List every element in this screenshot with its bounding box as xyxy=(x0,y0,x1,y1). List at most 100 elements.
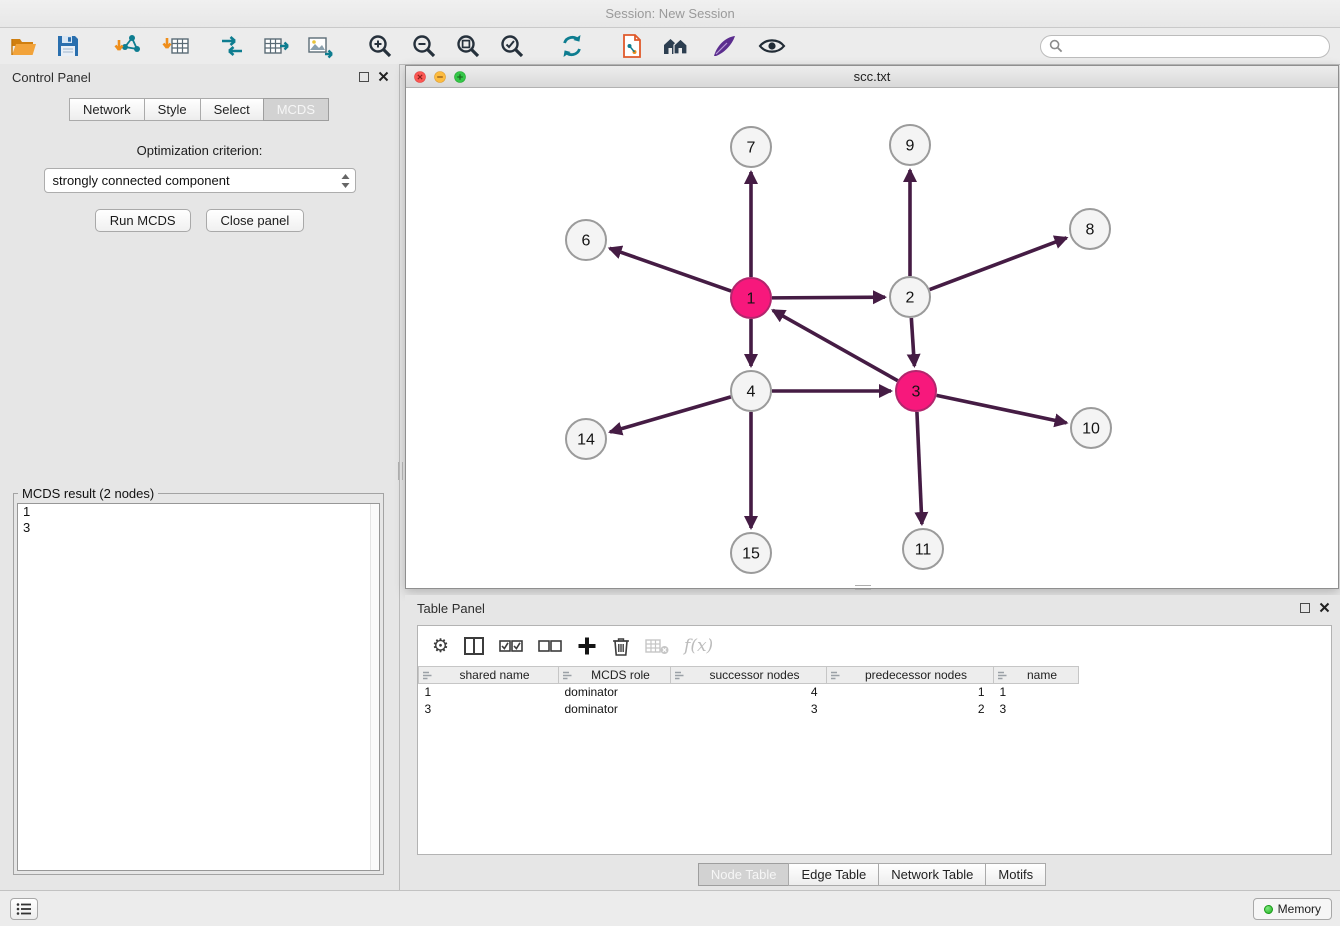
edge-3-11[interactable] xyxy=(917,412,922,524)
graph-node-label-11: 11 xyxy=(915,542,932,559)
node-table: shared nameMCDS rolesuccessor nodesprede… xyxy=(418,666,1079,718)
export-image-icon xyxy=(306,32,334,60)
tab-select[interactable]: Select xyxy=(200,98,264,121)
import-network-button[interactable] xyxy=(112,31,144,61)
mcds-result-line: 1 xyxy=(18,504,379,520)
search-input[interactable] xyxy=(1063,39,1321,54)
show-panels-button[interactable] xyxy=(10,898,38,920)
close-panel-icon[interactable] xyxy=(378,71,389,82)
table-tab-edge-table[interactable]: Edge Table xyxy=(788,863,879,886)
tab-network[interactable]: Network xyxy=(69,98,145,121)
show-hide-graphics-button[interactable] xyxy=(756,31,788,61)
export-table-button[interactable] xyxy=(260,31,292,61)
panel-divider-grip[interactable] xyxy=(398,462,403,480)
result-scrollbar[interactable] xyxy=(370,504,379,870)
zoom-out-icon xyxy=(411,33,437,59)
new-network-button[interactable] xyxy=(216,31,248,61)
graph-node-label-15: 15 xyxy=(742,546,760,563)
save-session-button[interactable] xyxy=(52,31,84,61)
add-column-plus-icon[interactable] xyxy=(577,636,597,656)
application-window: Session: New Session xyxy=(0,0,1340,926)
column-header-name[interactable]: name xyxy=(994,667,1079,684)
list-icon xyxy=(16,902,32,916)
table-cell: 1 xyxy=(827,684,994,701)
window-titlebar[interactable]: Session: New Session xyxy=(0,0,1340,28)
mcds-result-line: 3 xyxy=(18,520,379,536)
horizontal-divider-grip[interactable] xyxy=(855,585,871,590)
search-icon xyxy=(1049,39,1063,53)
criterion-select-value: strongly connected component xyxy=(53,173,230,188)
apply-style-button[interactable] xyxy=(708,31,740,61)
table-panel-tabs: Node TableEdge TableNetwork TableMotifs xyxy=(405,863,1340,886)
mcds-result-title: MCDS result (2 nodes) xyxy=(18,486,158,501)
edge-1-2[interactable] xyxy=(772,297,885,298)
table-cell: 1 xyxy=(994,684,1079,701)
table-settings-gear-icon[interactable]: ⚙ xyxy=(432,637,449,656)
float-table-panel-icon[interactable] xyxy=(1300,603,1310,613)
split-panel-icon[interactable] xyxy=(464,637,484,655)
delete-column-trash-icon[interactable] xyxy=(612,636,630,656)
tab-mcds[interactable]: MCDS xyxy=(263,98,329,121)
select-all-columns-icon[interactable] xyxy=(499,639,523,653)
graph-node-label-10: 10 xyxy=(1082,421,1100,438)
close-table-panel-icon[interactable] xyxy=(1319,602,1330,613)
edge-4-14[interactable] xyxy=(610,397,731,432)
node-table-container: ⚙ xyxy=(417,625,1332,855)
table-cell: 2 xyxy=(827,701,994,718)
table-tab-network-table[interactable]: Network Table xyxy=(878,863,986,886)
control-panel-tabs: NetworkStyleSelectMCDS xyxy=(0,98,399,121)
optimization-criterion-label: Optimization criterion: xyxy=(0,143,399,158)
delete-table-icon[interactable] xyxy=(645,637,669,655)
tab-style[interactable]: Style xyxy=(144,98,201,121)
graph-node-label-2: 2 xyxy=(906,290,915,307)
float-panel-icon[interactable] xyxy=(359,72,369,82)
function-builder-icon[interactable]: f(x) xyxy=(684,636,713,656)
table-header-row: shared nameMCDS rolesuccessor nodesprede… xyxy=(419,667,1079,684)
column-header-mcds-role[interactable]: MCDS role xyxy=(559,667,671,684)
criterion-select[interactable]: strongly connected component xyxy=(44,168,356,193)
close-panel-button[interactable]: Close panel xyxy=(206,209,305,232)
network-graph[interactable]: 7968124314101511 xyxy=(406,88,1338,588)
network-arrows-icon xyxy=(218,32,246,60)
column-header-successor-nodes[interactable]: successor nodes xyxy=(671,667,827,684)
export-image-button[interactable] xyxy=(304,31,336,61)
table-tab-motifs[interactable]: Motifs xyxy=(985,863,1046,886)
table-cell: 1 xyxy=(419,684,559,701)
column-header-predecessor-nodes[interactable]: predecessor nodes xyxy=(827,667,994,684)
network-window-titlebar[interactable]: scc.txt xyxy=(406,66,1338,88)
refresh-layout-button[interactable] xyxy=(556,31,588,61)
control-panel-title: Control Panel xyxy=(12,70,91,85)
minimize-window-icon[interactable] xyxy=(434,71,446,83)
table-row[interactable]: 3dominator323 xyxy=(419,701,1079,718)
edge-1-6[interactable] xyxy=(610,248,732,291)
zoom-in-button[interactable] xyxy=(364,31,396,61)
zoom-window-icon[interactable] xyxy=(454,71,466,83)
zoom-selected-button[interactable] xyxy=(496,31,528,61)
table-row[interactable]: 1dominator411 xyxy=(419,684,1079,701)
edge-2-3[interactable] xyxy=(911,318,914,366)
open-folder-button[interactable] xyxy=(8,31,40,61)
unselect-all-columns-icon[interactable] xyxy=(538,639,562,653)
search-box[interactable] xyxy=(1040,35,1330,58)
table-tab-node-table[interactable]: Node Table xyxy=(698,863,790,886)
close-window-icon[interactable] xyxy=(414,71,426,83)
column-header-shared-name[interactable]: shared name xyxy=(419,667,559,684)
control-panel: Control Panel NetworkStyleSelectMCDS Opt… xyxy=(0,64,400,890)
zoom-out-button[interactable] xyxy=(408,31,440,61)
network-canvas[interactable]: 7968124314101511 xyxy=(406,88,1338,588)
save-icon xyxy=(56,34,80,58)
mcds-result-box[interactable]: 13 xyxy=(17,503,380,871)
edge-3-1[interactable] xyxy=(773,310,898,380)
table-cell: 3 xyxy=(419,701,559,718)
edge-3-10[interactable] xyxy=(937,395,1067,422)
memory-button[interactable]: Memory xyxy=(1253,898,1332,920)
open-session-button[interactable] xyxy=(616,31,648,61)
run-mcds-button[interactable]: Run MCDS xyxy=(95,209,191,232)
table-panel-title: Table Panel xyxy=(417,601,485,616)
import-table-button[interactable] xyxy=(160,31,192,61)
graph-node-label-14: 14 xyxy=(577,432,595,449)
edge-2-8[interactable] xyxy=(930,238,1067,290)
table-panel: Table Panel ⚙ xyxy=(405,595,1340,890)
home-button[interactable] xyxy=(660,31,692,61)
zoom-fit-button[interactable] xyxy=(452,31,484,61)
